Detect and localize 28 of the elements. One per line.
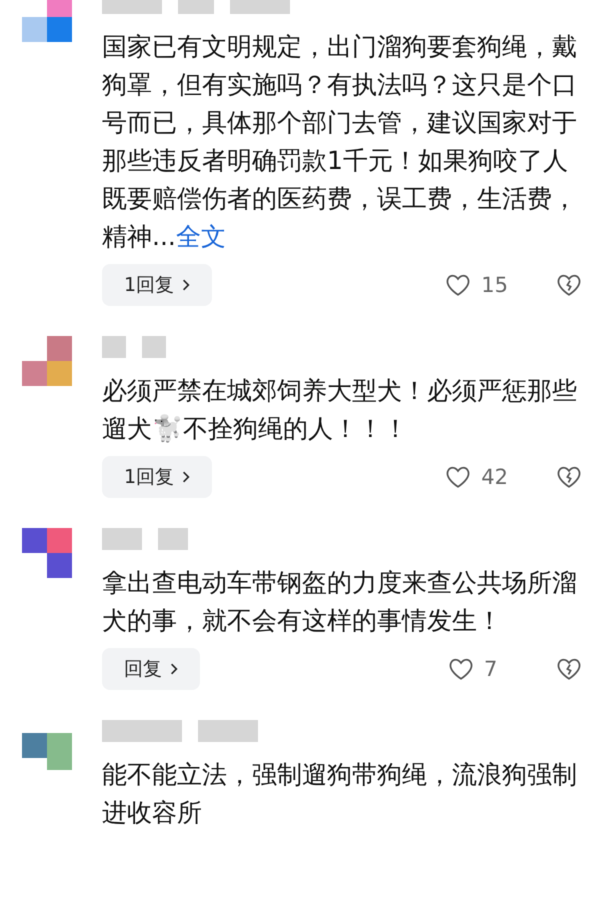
chevron-icon [182,278,190,292]
blurred-name [198,720,258,742]
replies-button[interactable]: 回复 [102,648,200,690]
blurred-name [102,336,126,358]
chevron-icon [182,470,190,484]
like-count: 7 [484,657,498,681]
replies-button[interactable]: 1回复 [102,456,212,498]
comment-text: 能不能立法，强制遛狗带狗绳，流浪狗强制进收容所 [102,759,578,829]
avatar[interactable] [22,0,72,42]
comment-text: 必须严禁在城郊饲养大型犬！必须严惩那些遛犬🐩不拴狗绳的人！！！ [102,375,578,445]
avatar[interactable] [22,336,72,386]
like-heart-icon[interactable] [445,464,472,490]
chevron-icon [170,662,178,676]
like-heart-icon[interactable] [448,656,474,682]
blurred-name [142,336,166,358]
like-heart-icon[interactable] [445,272,472,298]
broken-heart-icon[interactable] [556,272,582,298]
blurred-name [102,528,142,550]
like-count: 15 [481,273,508,297]
avatar[interactable] [22,528,72,578]
replies-button[interactable]: 1回复 [102,264,212,306]
broken-heart-icon[interactable] [556,656,582,682]
comment-text: 拿出查电动车带钢盔的力度来查公共场所溜犬的事，就不会有这样的事情发生！ [102,567,578,637]
blurred-name [158,528,188,550]
broken-heart-icon[interactable] [556,464,582,490]
like-count: 42 [481,465,508,489]
expand-link[interactable]: 全文 [176,222,226,251]
comment-text: 国家已有文明规定，出门溜狗要套狗绳，戴狗罩，但有实施吗？有执法吗？这只是个口号而已，具体那个部门去管，建议国家对于那些违反者明确罚款1千元！如果狗咬了人既要赔偿伤者的医药费，误工费，生活费，精神...全文 [102,31,578,253]
